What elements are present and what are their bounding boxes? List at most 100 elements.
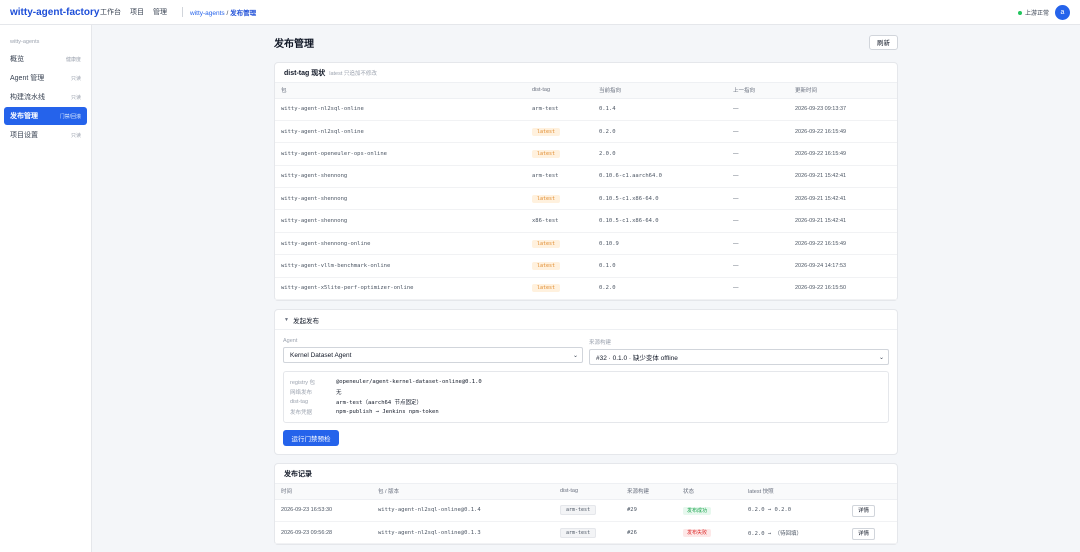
status-dot-icon bbox=[1017, 10, 1022, 15]
breadcrumb-project[interactable]: witty-agents bbox=[190, 10, 225, 17]
info-key: 发布凭据 bbox=[290, 410, 313, 417]
dist-tag-table-body: witty-agent-nl2sql-online arm-test 0.1.4—2… bbox=[275, 98, 897, 301]
table-row: witty-agent-vllm-benchmark-online latest 0… bbox=[275, 254, 897, 278]
current-version-cell: 0.10.5-c1.x86-64.0 bbox=[593, 209, 727, 233]
dist-tag-label: arm-test bbox=[532, 173, 559, 180]
sidebar-item-label: 项目设置 bbox=[10, 132, 38, 139]
nav-admin[interactable]: 管理 bbox=[153, 7, 167, 17]
dist-tag-table: 包 dist-tag 当前指向 上一指向 更新时间 witty-agent-nl… bbox=[275, 83, 897, 301]
top-right: 上游正常 a bbox=[1017, 5, 1070, 20]
dist-tag-label: arm-test bbox=[532, 106, 559, 113]
updated-time-cell: 2026-09-21 15:42:41 bbox=[789, 165, 897, 189]
top-bar: witty-agent-factory 工作台 项目 管理 witty-agen… bbox=[0, 0, 1080, 25]
current-version-cell: 0.10.9 bbox=[593, 232, 727, 256]
dist-tag-cell: latest bbox=[526, 120, 593, 144]
dist-tag-cell: latest bbox=[526, 277, 593, 301]
latest-badge: latest bbox=[532, 261, 561, 270]
info-value: arm-test（aarch64 节点固定） bbox=[336, 400, 422, 407]
agent-select[interactable]: Kernel Dataset Agent ⌄ bbox=[283, 347, 583, 364]
updated-time-cell: 2026-09-22 16:15:49 bbox=[789, 232, 897, 256]
dist-tag-cell: latest bbox=[526, 254, 593, 278]
refresh-button[interactable]: 刷新 bbox=[869, 34, 898, 50]
previous-version-cell: — bbox=[727, 165, 789, 189]
breadcrumb: witty-agents / 发布管理 bbox=[190, 7, 256, 17]
table-row: 2026-09-23 09:56:28 witty-agent-nl2sql-on… bbox=[275, 521, 897, 545]
table-row: witty-agent-nl2sql-online latest 0.2.0—202… bbox=[275, 120, 897, 144]
collapse-triangle-icon[interactable]: ▼ bbox=[284, 317, 289, 323]
top-nav: 工作台 项目 管理 bbox=[100, 7, 167, 17]
previous-version-cell: — bbox=[727, 187, 789, 211]
dist-tag-cell: latest bbox=[526, 232, 593, 256]
previous-version-cell: — bbox=[727, 254, 789, 278]
latest-badge: latest bbox=[532, 239, 561, 248]
brand-logo[interactable]: witty-agent-factory bbox=[10, 7, 100, 18]
page-title: 发布管理 bbox=[274, 38, 314, 50]
divider bbox=[182, 7, 183, 17]
package-cell: witty-agent-shennong bbox=[275, 165, 526, 189]
sidebar-item-release[interactable]: 发布管理 门禁/回滚 bbox=[4, 107, 87, 125]
col-header bbox=[846, 484, 897, 500]
source-build-cell: #26 bbox=[621, 521, 677, 545]
records-title: 发布记录 bbox=[284, 470, 312, 478]
publish-title: 发起发布 bbox=[292, 317, 319, 325]
table-row: witty-agent-nl2sql-online arm-test 0.1.4—2… bbox=[275, 98, 897, 121]
sidebar-item-tag: 只读 bbox=[70, 94, 81, 101]
time-cell: 2026-09-23 09:56:28 bbox=[275, 521, 372, 545]
package-cell: witty-agent-nl2sql-online bbox=[275, 120, 526, 144]
col-header: 包 bbox=[275, 83, 526, 99]
detail-button[interactable]: 详情 bbox=[852, 505, 876, 518]
sidebar-item-settings[interactable]: 项目设置 只读 bbox=[4, 126, 87, 144]
source-build-select[interactable]: #32 · 0.1.0 · 缺少变体 offline ⌄ bbox=[589, 349, 889, 366]
source-build-label: 来源构建 bbox=[589, 340, 612, 347]
current-version-cell: 2.0.0 bbox=[593, 142, 727, 166]
nav-projects[interactable]: 项目 bbox=[130, 7, 144, 17]
breadcrumb-page: 发布管理 bbox=[230, 10, 257, 17]
package-cell: witty-agent-vllm-benchmark-online bbox=[275, 254, 526, 278]
col-header: 来源构建 bbox=[621, 484, 677, 500]
updated-time-cell: 2026-09-21 15:42:41 bbox=[789, 187, 897, 211]
nav-workbench[interactable]: 工作台 bbox=[100, 7, 121, 17]
agent-field: Agent Kernel Dataset Agent ⌄ bbox=[283, 336, 583, 365]
dist-tag-label: x86-test bbox=[532, 218, 559, 225]
dist-tag-subtitle: latest 只追加不修改 bbox=[329, 70, 377, 77]
dist-tag-cell: arm-test bbox=[554, 499, 621, 522]
records-table-body: 2026-09-23 16:53:30 witty-agent-nl2sql-on… bbox=[275, 499, 897, 545]
col-header: latest 快照 bbox=[742, 484, 846, 500]
upstream-status-label: 上游正常 bbox=[1024, 11, 1049, 17]
table-row: witty-agent-shennong latest 0.10.5-c1.x86-… bbox=[275, 187, 897, 211]
dist-tag-cell: x86-test bbox=[526, 209, 593, 233]
run-precheck-button[interactable]: 运行门禁预检 bbox=[283, 430, 339, 447]
sidebar-item-label: Agent 管理 bbox=[10, 75, 45, 82]
latest-badge: latest bbox=[532, 127, 561, 136]
package-cell: witty-agent-openeuler-ops-online bbox=[275, 142, 526, 166]
records-card-header: 发布记录 bbox=[275, 464, 897, 485]
current-version-cell: 0.1.0 bbox=[593, 254, 727, 278]
publish-card-header[interactable]: ▼ 发起发布 bbox=[275, 310, 897, 331]
status-badge: 发布失败 bbox=[683, 529, 712, 538]
sidebar-item-pipeline[interactable]: 构建流水线 只读 bbox=[4, 88, 87, 106]
col-header: dist-tag bbox=[526, 83, 593, 99]
updated-time-cell: 2026-09-21 15:42:41 bbox=[789, 209, 897, 233]
publish-form: Agent Kernel Dataset Agent ⌄ 来源构建 #32 · … bbox=[275, 330, 897, 454]
sidebar-item-overview[interactable]: 概览 健康度 bbox=[4, 50, 87, 68]
page-header: 发布管理 刷新 bbox=[274, 30, 898, 54]
dist-tag-badge: arm-test bbox=[560, 505, 597, 516]
col-header: 时间 bbox=[275, 484, 372, 500]
dist-tag-card-header: dist-tag 现状 latest 只追加不修改 bbox=[275, 63, 897, 83]
dist-tag-cell: arm-test bbox=[526, 98, 593, 121]
detail-button[interactable]: 详情 bbox=[852, 527, 876, 540]
agent-label: Agent bbox=[283, 338, 298, 345]
package-cell: witty-agent-shennong bbox=[275, 209, 526, 233]
agent-select-value: Kernel Dataset Agent bbox=[290, 351, 352, 359]
sidebar-list: 概览 健康度 Agent 管理 只读 构建流水线 只读 发布管理 门禁/回滚 项… bbox=[0, 50, 91, 144]
col-header: 包 / 版本 bbox=[372, 484, 554, 500]
previous-version-cell: — bbox=[727, 277, 789, 301]
current-version-cell: 0.2.0 bbox=[593, 277, 727, 301]
current-version-cell: 0.10.6-c1.aarch64.0 bbox=[593, 165, 727, 189]
updated-time-cell: 2026-09-22 16:15:50 bbox=[789, 277, 897, 301]
col-header: dist-tag bbox=[554, 484, 621, 500]
previous-version-cell: — bbox=[727, 209, 789, 233]
sidebar-item-agents[interactable]: Agent 管理 只读 bbox=[4, 69, 87, 87]
avatar[interactable]: a bbox=[1055, 5, 1070, 20]
source-build-cell: #29 bbox=[621, 499, 677, 522]
